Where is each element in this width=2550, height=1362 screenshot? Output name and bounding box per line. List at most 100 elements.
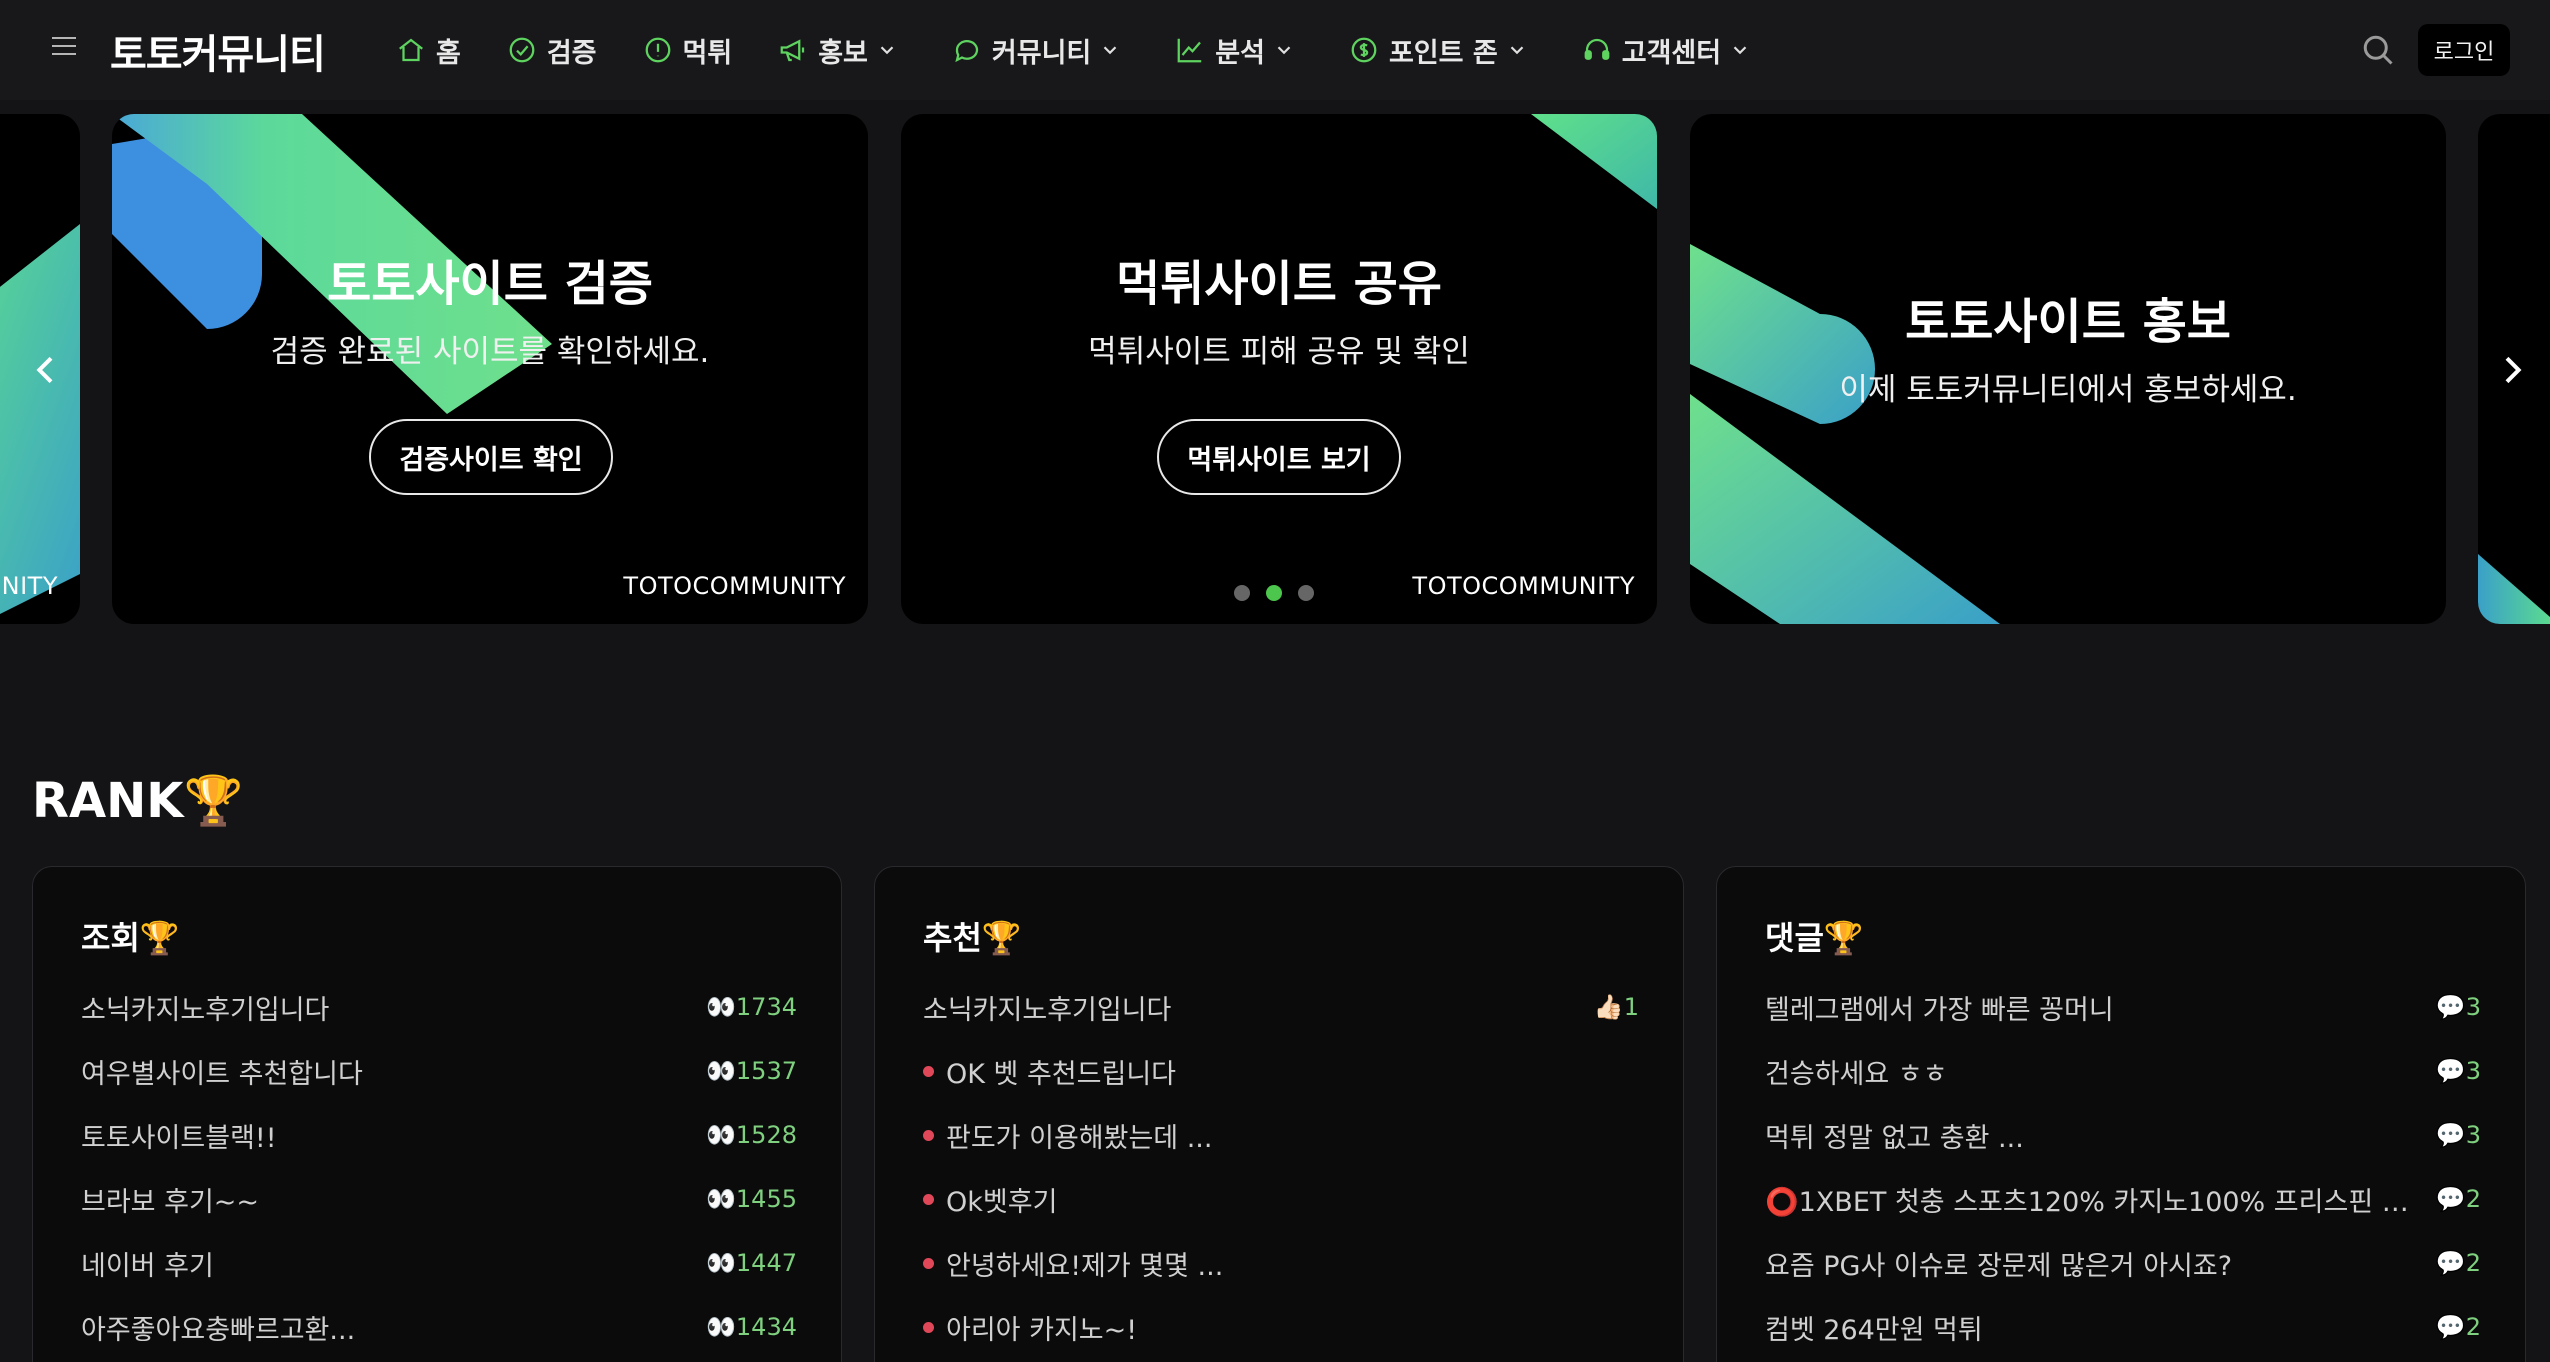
carousel-slide-scam[interactable]: 먹튀사이트 공유 먹튀사이트 피해 공유 및 확인 먹튀사이트 보기 TOTOC… [901, 114, 1657, 624]
list-item[interactable]: 컴벳 264만원 먹튀 💬2 [1765, 1307, 2481, 1347]
chevron-down-icon [1733, 46, 1747, 55]
list-item[interactable]: 먹튀 정말 없고 충환 ... 💬3 [1765, 1115, 2481, 1155]
chevron-down-icon [880, 46, 894, 55]
login-button[interactable]: 로그인 [2418, 24, 2510, 76]
list-item[interactable]: 판도가 이용해봤는데 ... [923, 1115, 1639, 1155]
check-circle-icon [509, 37, 535, 63]
list-item[interactable]: 아리아 카지노~! [923, 1307, 1639, 1347]
item-title: 여우별사이트 추천합니다 [81, 1058, 363, 1090]
nav-community[interactable]: 커뮤니티 [952, 31, 1121, 70]
list-item[interactable]: Ok벳후기 [923, 1179, 1639, 1219]
carousel-slide-promo[interactable]: 토토사이트 홍보 이제 토토커뮤니티에서 홍보하세요. [1690, 114, 2446, 624]
nav-support-label: 고객센터 [1621, 37, 1722, 69]
rank-section-title: RANK🏆 [32, 773, 244, 829]
chevron-down-icon [1277, 46, 1291, 55]
view-count: 👀1537 [706, 1057, 797, 1085]
nav-support[interactable]: 고객센터 [1582, 31, 1751, 70]
nav-home-label: 홈 [436, 37, 461, 69]
list-item[interactable]: 토토사이트블랙!! 👀1528 [81, 1115, 797, 1155]
carousel-prev-arrow-icon[interactable] [26, 350, 66, 390]
list-item[interactable]: 소닉카지노후기입니다 👍🏻1 [923, 987, 1639, 1027]
list-item[interactable]: 요즘 PG사 이슈로 장문제 많은거 아시죠? 💬2 [1765, 1243, 2481, 1283]
nav-community-label: 커뮤니티 [991, 37, 1092, 69]
view-count: 👀1734 [706, 993, 797, 1021]
item-title: Ok벳후기 [946, 1186, 1058, 1218]
item-title: 텔레그램에서 가장 빠른 꽁머니 [1765, 994, 2114, 1026]
carousel-dot-2[interactable] [1266, 585, 1282, 601]
list-item[interactable]: ⭕1XBET 첫충 스포츠120% 카지노100% 프리스핀 150... 💬2 [1765, 1179, 2481, 1219]
scam-sites-button[interactable]: 먹튀사이트 보기 [1157, 419, 1401, 495]
list-item[interactable]: 소닉카지노후기입니다 👀1734 [81, 987, 797, 1027]
slide-subtitle: 이제 토토커뮤니티에서 홍보하세요. [1839, 372, 2297, 408]
nav-analysis[interactable]: 분석 [1175, 31, 1295, 70]
carousel-dot-3[interactable] [1298, 585, 1314, 601]
item-title: 건승하세요 ㅎㅎ [1765, 1058, 1948, 1090]
slide-brand-text: TOTOCOMMUNITY [623, 572, 846, 600]
new-dot-icon [923, 1257, 934, 1269]
top-header: 토토커뮤니티 홈 검증 먹튀 홍보 커뮤니티 분석 포인트 존 고객센터 로그인 [0, 0, 2550, 100]
list-item[interactable]: 안녕하세요!제가 몇몇 ... [923, 1243, 1639, 1283]
slide-subtitle: 검증 완료된 사이트를 확인하세요. [270, 334, 710, 370]
nav-scam-label: 먹튀 [682, 37, 733, 69]
list-item[interactable]: 텔레그램에서 가장 빠른 꽁머니 💬3 [1765, 987, 2481, 1027]
item-title: 컴벳 264만원 먹튀 [1765, 1314, 1983, 1346]
rank-card-likes: 추천🏆 소닉카지노후기입니다 👍🏻1 OK 벳 추천드립니다 판도가 이용해봤는데… [874, 866, 1684, 1362]
item-title: OK 벳 추천드립니다 [946, 1058, 1177, 1090]
menu-icon[interactable] [52, 37, 76, 61]
new-dot-icon [923, 1129, 934, 1141]
item-title: 소닉카지노후기입니다 [923, 994, 1172, 1026]
nav-points[interactable]: 포인트 존 [1349, 31, 1528, 70]
view-count: 👀1434 [706, 1313, 797, 1341]
slide-brand-text: NITY [1, 572, 58, 600]
card-title: 추천🏆 [923, 919, 1022, 957]
item-title: 네이버 후기 [81, 1250, 214, 1282]
card-title: 댓글🏆 [1765, 919, 1864, 957]
item-title: 브라보 후기~~ [81, 1186, 260, 1218]
verify-sites-button[interactable]: 검증사이트 확인 [369, 419, 613, 495]
slide-brand-text: TOTOCOMMUNITY [1412, 572, 1635, 600]
nav-promo[interactable]: 홍보 [778, 31, 898, 70]
search-icon[interactable] [2360, 32, 2396, 68]
item-title: 판도가 이용해봤는데 ... [946, 1122, 1213, 1154]
comment-count: 💬3 [2435, 1057, 2481, 1085]
carousel-dot-1[interactable] [1234, 585, 1250, 601]
chevron-down-icon [1510, 46, 1524, 55]
nav-verify-label: 검증 [546, 37, 597, 69]
comment-count: 💬2 [2435, 1313, 2481, 1341]
slide-title: 토토사이트 검증 [327, 256, 653, 312]
nav-analysis-label: 분석 [1215, 37, 1265, 69]
new-dot-icon [923, 1065, 934, 1077]
nav-scam[interactable]: 먹튀 [643, 31, 733, 70]
list-item[interactable]: 여우별사이트 추천합니다 👀1537 [81, 1051, 797, 1091]
carousel-slide-verify[interactable]: 토토사이트 검증 검증 완료된 사이트를 확인하세요. 검증사이트 확인 TOT… [112, 114, 868, 624]
item-title: 아리아 카지노~! [946, 1314, 1138, 1346]
chevron-down-icon [1104, 46, 1117, 55]
comment-count: 💬2 [2435, 1249, 2481, 1277]
like-count: 👍🏻1 [1593, 993, 1639, 1021]
nav-promo-label: 홍보 [818, 37, 868, 69]
item-title: 안녕하세요!제가 몇몇 ... [946, 1250, 1224, 1282]
carousel-next-arrow-icon[interactable] [2492, 350, 2532, 390]
nav-points-label: 포인트 존 [1388, 37, 1498, 69]
chart-line-icon [1177, 38, 1202, 63]
card-title: 조회🏆 [81, 919, 180, 957]
list-item[interactable]: OK 벳 추천드립니다 [923, 1051, 1639, 1091]
item-title: 토토사이트블랙!! [81, 1122, 277, 1154]
list-item[interactable]: 네이버 후기 👀1447 [81, 1243, 797, 1283]
carousel-dots [1234, 585, 1330, 601]
comment-count: 💬3 [2435, 993, 2481, 1021]
list-item[interactable]: 브라보 후기~~ 👀1455 [81, 1179, 797, 1219]
view-count: 👀1455 [706, 1185, 797, 1213]
rank-card-views: 조회🏆 소닉카지노후기입니다 👀1734 여우별사이트 추천합니다 👀1537 토토… [32, 866, 842, 1362]
item-title: 요즘 PG사 이슈로 장문제 많은거 아시죠? [1765, 1250, 2233, 1282]
coin-icon [1351, 37, 1377, 63]
megaphone-icon [780, 39, 805, 62]
site-logo[interactable]: 토토커뮤니티 [110, 22, 326, 80]
new-dot-icon [923, 1193, 934, 1205]
nav-verify[interactable]: 검증 [507, 31, 597, 70]
comment-count: 💬3 [2435, 1121, 2481, 1149]
nav-home[interactable]: 홈 [396, 31, 461, 70]
list-item[interactable]: 아주좋아요충빠르고환... 👀1434 [81, 1307, 797, 1347]
item-title: 먹튀 정말 없고 충환 ... [1765, 1122, 2024, 1154]
list-item[interactable]: 건승하세요 ㅎㅎ 💬3 [1765, 1051, 2481, 1091]
